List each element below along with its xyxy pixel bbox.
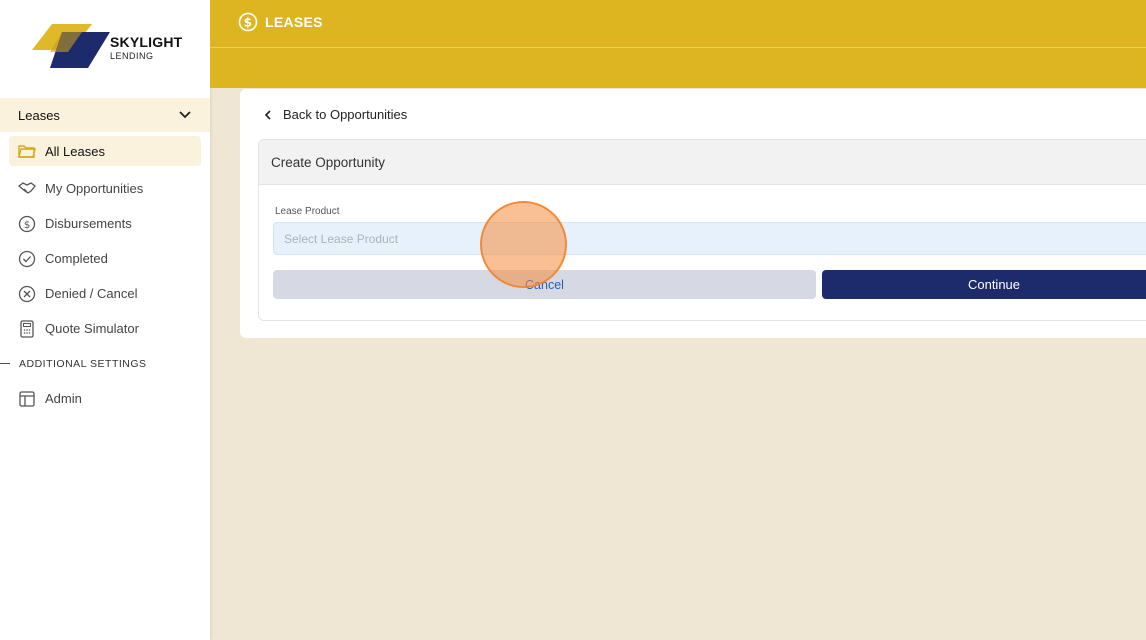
brand-logo[interactable]: SKYLIGHT LENDING (30, 22, 190, 72)
dollar-circle-icon: $ (238, 12, 258, 32)
sidebar: SKYLIGHT LENDING Leases All Leases My Op… (0, 0, 210, 640)
create-opportunity-panel: Create Opportunity Lease Product Select … (258, 139, 1146, 321)
sidebar-item-quote-simulator[interactable]: Quote Simulator (0, 311, 210, 346)
panel-title: Create Opportunity (259, 140, 1146, 185)
handshake-icon (18, 180, 36, 198)
sidebar-item-label: Quote Simulator (45, 321, 139, 336)
main-card: Back to Opportunities Create Opportunity… (240, 89, 1146, 338)
dollar-circle-icon: $ (18, 215, 36, 233)
back-to-opportunities-link[interactable]: Back to Opportunities (262, 107, 407, 122)
chevron-down-icon (179, 111, 191, 119)
page-title-text: LEASES (265, 14, 323, 30)
lease-product-select[interactable]: Select Lease Product (273, 222, 1146, 255)
folder-icon (18, 142, 36, 160)
svg-text:$: $ (24, 220, 30, 231)
sidebar-item-my-opportunities[interactable]: My Opportunities (0, 171, 210, 206)
sidebar-item-label: Completed (45, 251, 108, 266)
lease-product-label: Lease Product (275, 206, 340, 217)
calculator-icon (18, 319, 36, 338)
sidebar-item-all-leases[interactable]: All Leases (9, 136, 201, 166)
brand-name: SKYLIGHT (110, 34, 183, 50)
divider (0, 363, 10, 364)
sidebar-item-denied-cancel[interactable]: Denied / Cancel (0, 276, 210, 311)
check-circle-icon (18, 250, 36, 268)
select-placeholder: Select Lease Product (284, 231, 399, 246)
sidebar-nav: All Leases My Opportunities $ Disburseme… (0, 136, 210, 416)
x-circle-icon (18, 285, 36, 303)
page-title: $ LEASES (238, 12, 323, 32)
leases-section-toggle[interactable]: Leases (0, 98, 210, 132)
brand-sub: LENDING (110, 51, 154, 61)
header-divider (210, 47, 1146, 48)
settings-label: ADDITIONAL SETTINGS (19, 357, 147, 370)
layout-icon (18, 390, 36, 408)
chevron-left-icon (264, 109, 271, 120)
sidebar-item-label: Admin (45, 391, 82, 406)
sidebar-item-label: Disbursements (45, 216, 132, 231)
sidebar-item-disbursements[interactable]: $ Disbursements (0, 206, 210, 241)
svg-text:$: $ (244, 16, 253, 30)
sidebar-item-label: My Opportunities (45, 181, 144, 196)
continue-button[interactable]: Continue (822, 270, 1146, 299)
click-indicator (480, 201, 567, 288)
page-header: $ LEASES (210, 0, 1146, 88)
sidebar-item-label: Denied / Cancel (45, 286, 138, 301)
sidebar-item-admin[interactable]: Admin (0, 381, 210, 416)
sidebar-item-completed[interactable]: Completed (0, 241, 210, 276)
back-label: Back to Opportunities (283, 107, 408, 122)
logo-mark-icon (32, 24, 110, 68)
section-label: Leases (18, 107, 60, 123)
additional-settings-heading: ADDITIONAL SETTINGS (0, 346, 210, 381)
sidebar-item-label: All Leases (45, 143, 105, 159)
